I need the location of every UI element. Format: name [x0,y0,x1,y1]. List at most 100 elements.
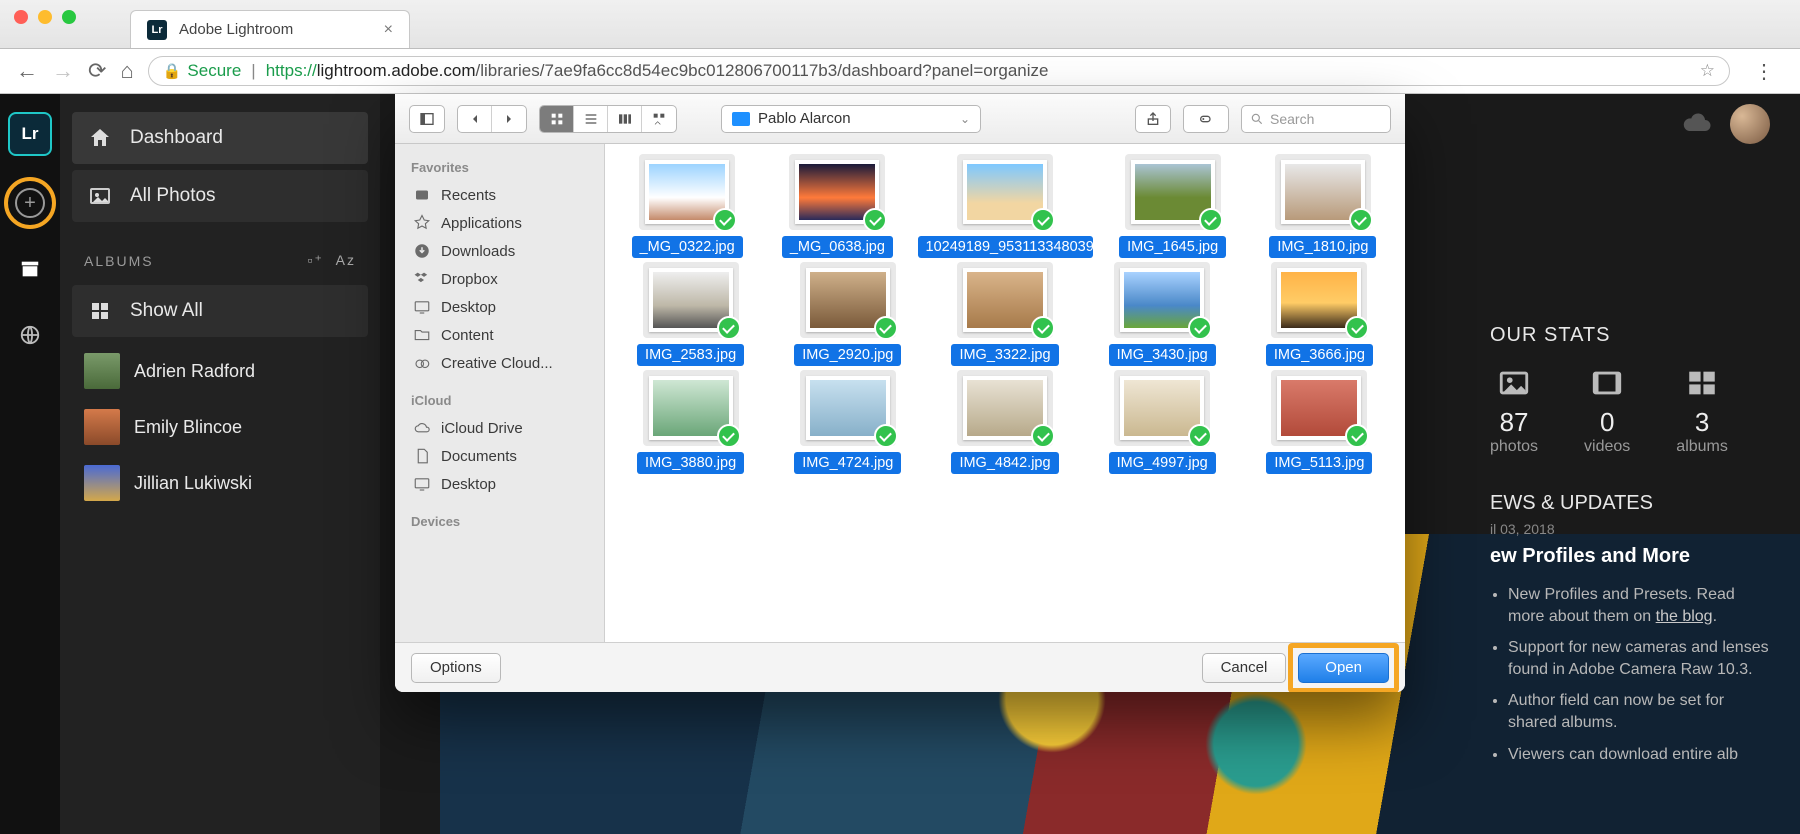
browser-menu-icon[interactable]: ⋮ [1744,59,1784,84]
reload-icon[interactable]: ⟳ [88,58,106,84]
selected-check-icon [1199,208,1223,232]
file-item[interactable]: 10249189_953113348039...90_n.jpg [918,154,1093,258]
nav-forward-button[interactable] [492,106,526,132]
selected-check-icon [1188,316,1212,340]
folder-selector[interactable]: Pablo Alarcon ⌄ [721,105,981,133]
file-name: _MG_0322.jpg [632,236,743,258]
sidebar-item-documents[interactable]: Documents [395,442,604,470]
nav-back-button[interactable] [458,106,492,132]
nav-show-all[interactable]: Show All [72,285,368,337]
tab-close-icon[interactable]: × [384,21,393,39]
file-item[interactable]: IMG_1810.jpg [1253,154,1393,258]
album-item[interactable]: Emily Blincoe [60,399,380,455]
file-item[interactable]: IMG_4997.jpg [1089,370,1236,474]
grid-icon [86,297,114,325]
file-item[interactable]: IMG_1645.jpg [1103,154,1243,258]
search-placeholder: Search [1270,111,1314,127]
stat-albums-label: albums [1676,438,1728,456]
add-photos-button[interactable]: + [11,184,49,222]
options-button[interactable]: Options [411,653,501,683]
sidebar-item-applications[interactable]: Applications [395,209,604,237]
sidebar-item-icloud-drive[interactable]: iCloud Drive [395,414,604,442]
file-item[interactable]: IMG_3322.jpg [931,262,1078,366]
file-name: IMG_1645.jpg [1119,236,1226,258]
tags-button[interactable] [1183,105,1229,133]
news-title: EWS & UPDATES [1490,492,1770,515]
albums-icon [1676,365,1728,401]
selected-check-icon [1031,424,1055,448]
open-button[interactable]: Open [1298,653,1389,683]
sidebar-section-devices: Devices [395,508,604,535]
chevron-updown-icon: ⌄ [960,112,970,126]
home-icon[interactable]: ⌂ [120,58,133,84]
bookmark-star-icon[interactable]: ☆ [1700,61,1715,81]
nav-dashboard[interactable]: Dashboard [72,112,368,164]
file-grid[interactable]: _MG_0322.jpg _MG_0638.jpg 10249189_95311… [605,144,1405,642]
cancel-button[interactable]: Cancel [1202,653,1287,683]
file-item[interactable]: IMG_3666.jpg [1246,262,1393,366]
dialog-sidebar: Favorites Recents Applications Downloads… [395,144,605,642]
browser-tab[interactable]: Lr Adobe Lightroom × [130,10,410,48]
browser-toolbar: ← → ⟳ ⌂ 🔒 Secure | https://lightroom.ado… [0,49,1800,94]
file-item[interactable]: IMG_4724.jpg [774,370,921,474]
window-controls[interactable] [0,10,90,38]
albums-header: ALBUMS ▫⁺ Aᴢ [60,228,380,279]
file-item[interactable]: IMG_3880.jpg [617,370,764,474]
sidebar-item-downloads[interactable]: Downloads [395,237,604,265]
minimize-window-icon[interactable] [38,10,52,24]
sidebar-item-creative-cloud[interactable]: Creative Cloud... [395,349,604,377]
file-name: IMG_4997.jpg [1109,452,1216,474]
add-album-icon[interactable]: ▫⁺ Aᴢ [308,252,356,269]
tab-title: Adobe Lightroom [179,21,372,38]
maximize-window-icon[interactable] [62,10,76,24]
selected-check-icon [713,208,737,232]
folder-name: Pablo Alarcon [758,110,851,127]
file-item[interactable]: IMG_5113.jpg [1246,370,1393,474]
file-item[interactable]: IMG_2583.jpg [617,262,764,366]
sidebar-item-dropbox[interactable]: Dropbox [395,265,604,293]
list-view-button[interactable] [574,106,608,132]
file-item[interactable]: IMG_3430.jpg [1089,262,1236,366]
sidebar-item-content[interactable]: Content [395,321,604,349]
toggle-sidebar-button[interactable] [409,105,445,133]
file-item[interactable]: IMG_4842.jpg [931,370,1078,474]
forward-icon[interactable]: → [52,58,74,84]
address-bar[interactable]: 🔒 Secure | https://lightroom.adobe.com/l… [148,56,1730,86]
lightroom-logo-icon[interactable]: Lr [8,112,52,156]
selected-check-icon [1345,424,1369,448]
file-name: IMG_3322.jpg [951,344,1058,366]
web-button[interactable] [11,316,49,354]
sidebar-item-desktop[interactable]: Desktop [395,293,604,321]
selected-check-icon [1345,316,1369,340]
news-blog-link[interactable]: the blog [1656,608,1713,625]
file-item[interactable]: IMG_2920.jpg [774,262,921,366]
selected-check-icon [863,208,887,232]
album-item[interactable]: Adrien Radford [60,343,380,399]
file-name: IMG_4842.jpg [951,452,1058,474]
user-avatar[interactable] [1730,104,1770,144]
gallery-view-button[interactable] [642,106,676,132]
close-window-icon[interactable] [14,10,28,24]
sidebar-item-desktop-2[interactable]: Desktop [395,470,604,498]
news-list: New Profiles and Presets. Read more abou… [1490,584,1770,765]
nav-all-photos[interactable]: All Photos [72,170,368,222]
selected-check-icon [1349,208,1373,232]
stat-photos: 87 photos [1490,365,1538,456]
file-item[interactable]: _MG_0638.jpg [767,154,907,258]
archive-button[interactable] [11,250,49,288]
album-item[interactable]: Jillian Lukiwski [60,455,380,511]
globe-icon [19,324,41,346]
cloud-sync-icon[interactable] [1682,111,1712,138]
file-item[interactable]: _MG_0322.jpg [617,154,757,258]
stat-photos-label: photos [1490,438,1538,456]
stats-title: OUR STATS [1490,324,1770,347]
selected-check-icon [1188,424,1212,448]
share-button[interactable] [1135,105,1171,133]
back-icon[interactable]: ← [16,58,38,84]
file-name: IMG_2920.jpg [794,344,901,366]
file-name: IMG_4724.jpg [794,452,901,474]
sidebar-item-recents[interactable]: Recents [395,181,604,209]
icon-view-button[interactable] [540,106,574,132]
dialog-search-input[interactable]: Search [1241,105,1391,133]
column-view-button[interactable] [608,106,642,132]
